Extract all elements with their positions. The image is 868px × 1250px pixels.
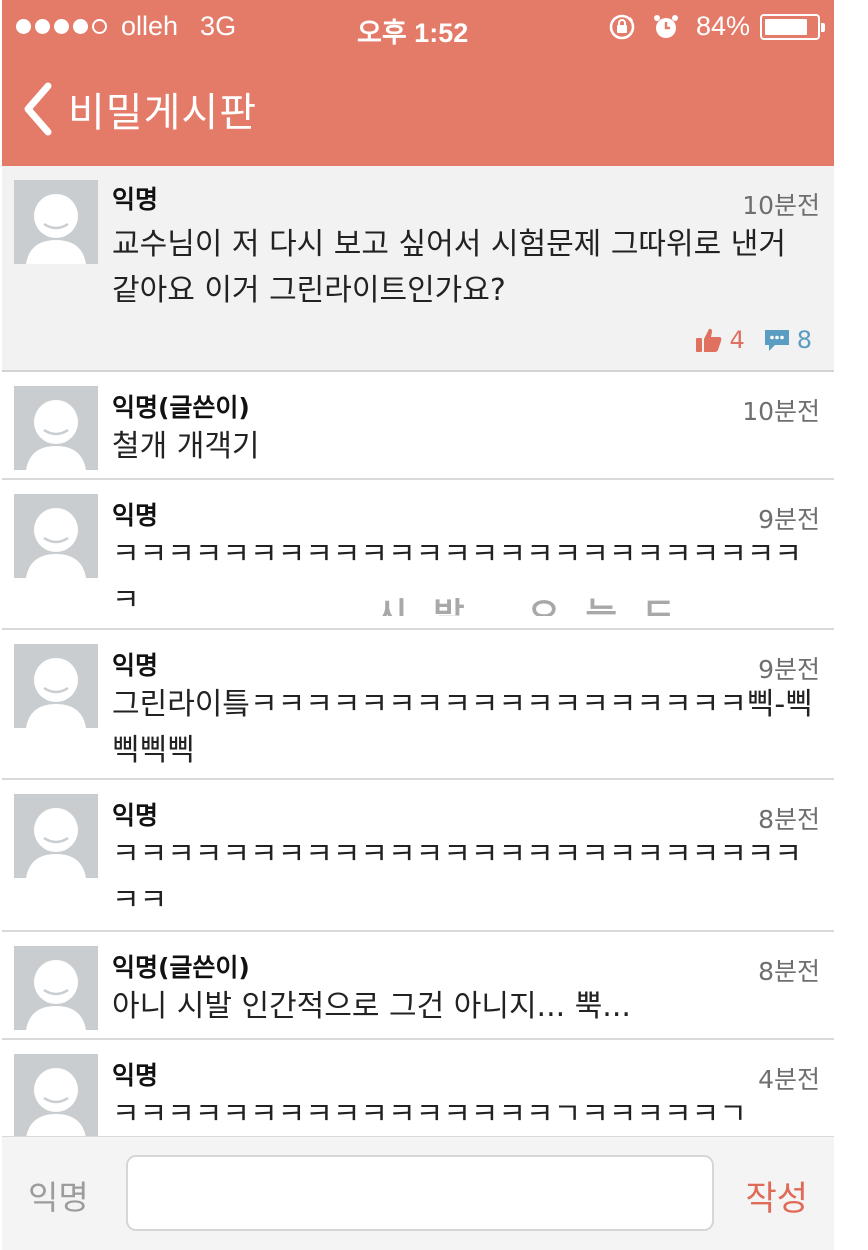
signal-dot [73, 19, 88, 34]
back-button[interactable]: 비밀게시판 [20, 80, 257, 138]
signal-dot-empty [92, 19, 107, 34]
default-avatar-icon [14, 794, 98, 878]
comment-author: 익명 [112, 801, 159, 830]
avatar [14, 794, 98, 878]
default-avatar-icon [14, 1054, 98, 1136]
comment-count: 8 [796, 326, 812, 354]
comment-list[interactable]: 익명 10분전 교수님이 저 다시 보고 싶어서 시험문제 그따위로 낸거 같아… [2, 166, 834, 1136]
comment-author: 익명(글쓴이) [112, 953, 250, 982]
clock: 오후 1:52 [357, 18, 469, 48]
comment-count-button[interactable]: 8 [763, 326, 812, 354]
default-avatar-icon [14, 386, 98, 470]
watermark-text: 시발 오늘도 [376, 596, 701, 616]
speech-bubble-icon [764, 330, 789, 351]
comment-text: ㅋㅋㅋㅋㅋㅋㅋㅋㅋㅋㅋㅋㅋㅋㅋㅋㄱㅋㅋㅋㅋㅋㄱ [112, 1097, 747, 1132]
avatar [14, 644, 98, 728]
default-avatar-icon [14, 494, 98, 578]
comment-input[interactable] [126, 1155, 714, 1231]
like-button[interactable]: 4 [695, 326, 745, 354]
avatar [14, 180, 98, 264]
avatar [14, 494, 98, 578]
original-post: 익명 10분전 교수님이 저 다시 보고 싶어서 시험문제 그따위로 낸거 같아… [2, 166, 834, 372]
app-frame: olleh 3G 오후 1:52 84% 비밀게시판 익명 10분전 교수님이 … [2, 0, 834, 1250]
status-right: 84% [608, 11, 825, 42]
comment-text: ㅋㅋㅋㅋㅋㅋㅋㅋㅋㅋㅋㅋㅋㅋㅋㅋㅋㅋㅋㅋㅋㅋㅋㅋㅋㅋㅋ [112, 837, 802, 918]
post-counts: 4 8 [695, 326, 812, 354]
navigation-bar: 비밀게시판 [2, 56, 834, 166]
like-count: 4 [729, 326, 745, 354]
post-text: 교수님이 저 다시 보고 싶어서 시험문제 그따위로 낸거 같아요 이거 그린라… [112, 227, 786, 308]
chevron-left-icon [24, 82, 52, 136]
default-avatar-icon [14, 180, 98, 264]
signal-dot [16, 19, 31, 34]
battery-tip [821, 22, 825, 32]
comment-time: 4분전 [758, 1065, 820, 1094]
comment-item: 익명 8분전 ㅋㅋㅋㅋㅋㅋㅋㅋㅋㅋㅋㅋㅋㅋㅋㅋㅋㅋㅋㅋㅋㅋㅋㅋㅋㅋㅋ [2, 780, 834, 932]
comment-item: 익명(글쓴이) 8분전 아니 시발 인간적으로 그건 아니지... 뿍... [2, 932, 834, 1040]
anonymous-toggle[interactable]: 익명 [28, 1171, 89, 1219]
carrier-name: olleh [121, 11, 179, 41]
avatar [14, 946, 98, 1030]
comment-time: 8분전 [758, 957, 820, 986]
battery-percent: 84% [695, 11, 750, 41]
signal-dot [35, 19, 50, 34]
status-bar: olleh 3G 오후 1:52 84% [2, 0, 834, 56]
battery-icon [760, 13, 825, 40]
post-author: 익명 [112, 185, 159, 214]
signal-strength-icon [16, 19, 111, 34]
thumbs-up-icon [696, 328, 722, 352]
comment-time: 9분전 [758, 505, 820, 534]
comment-time: 8분전 [758, 805, 820, 834]
network-type: 3G [200, 11, 237, 41]
page-title: 비밀게시판 [68, 90, 257, 136]
comment-author: 익명 [112, 501, 159, 530]
comment-time: 9분전 [758, 655, 820, 684]
avatar [14, 386, 98, 470]
status-left: olleh 3G [16, 11, 236, 42]
default-avatar-icon [14, 946, 98, 1030]
submit-button[interactable]: 작성 [745, 1171, 808, 1220]
comment-text: 아니 시발 인간적으로 그건 아니지... 뿍... [112, 989, 631, 1024]
comment-item: 익명(글쓴이) 10분전 철개 개객기 [2, 372, 834, 480]
comment-author: 익명 [112, 651, 159, 680]
battery-fill [765, 18, 807, 35]
comment-input-bar: 익명 작성 [2, 1136, 834, 1250]
signal-dot [54, 19, 69, 34]
comment-item: 익명 4분전 ㅋㅋㅋㅋㅋㅋㅋㅋㅋㅋㅋㅋㅋㅋㅋㅋㄱㅋㅋㅋㅋㅋㄱ [2, 1040, 834, 1136]
alarm-clock-icon [653, 14, 678, 38]
comment-text: 철개 개객기 [112, 429, 260, 464]
comment-item: 익명 9분전 그린라이틐ㅋㅋㅋㅋㅋㅋㅋㅋㅋㅋㅋㅋㅋㅋㅋㅋㅋㅋ삑-삑삑삑삑 [2, 630, 834, 780]
default-avatar-icon [14, 644, 98, 728]
avatar [14, 1054, 98, 1136]
post-time: 10분전 [742, 191, 820, 220]
comment-author: 익명(글쓴이) [112, 393, 250, 422]
rotation-lock-icon [609, 14, 635, 39]
comment-time: 10분전 [742, 397, 820, 426]
comment-author: 익명 [112, 1061, 159, 1090]
comment-text: 그린라이틐ㅋㅋㅋㅋㅋㅋㅋㅋㅋㅋㅋㅋㅋㅋㅋㅋㅋㅋ삑-삑삑삑삑 [112, 687, 813, 768]
